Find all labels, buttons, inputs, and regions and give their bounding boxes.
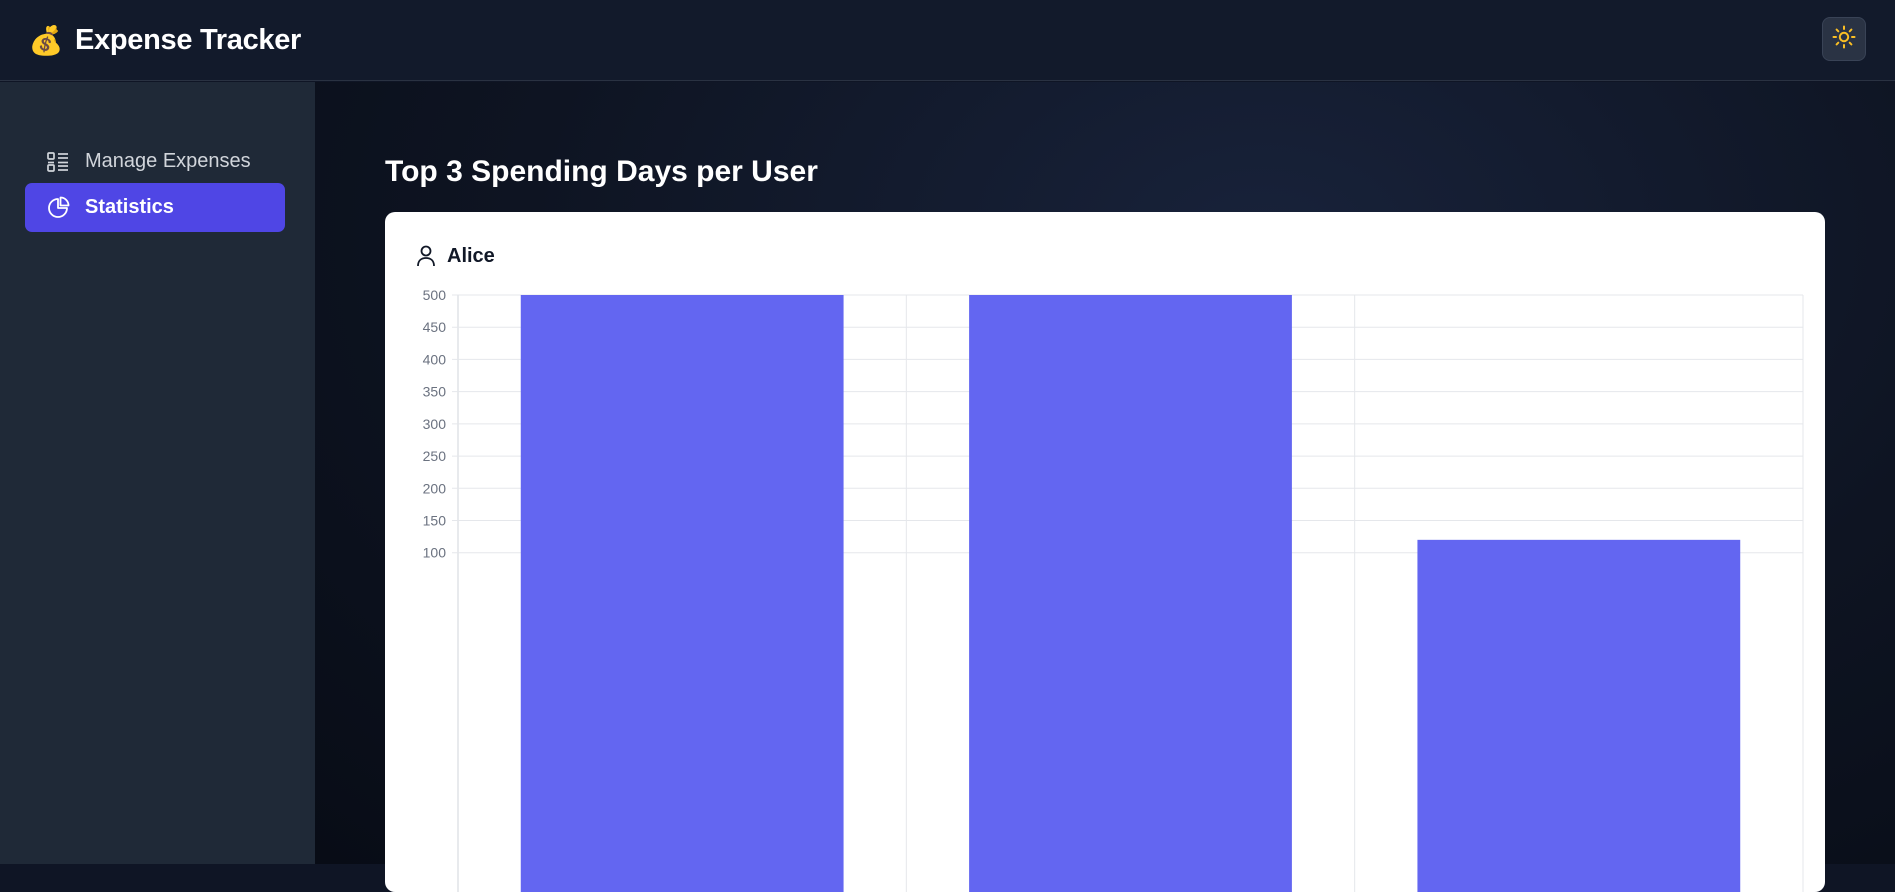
y-tick-label: 250 xyxy=(423,448,447,464)
sidebar-item-statistics[interactable]: Statistics xyxy=(25,183,285,232)
pie-chart-icon xyxy=(45,195,71,221)
money-bag-icon: 💰 xyxy=(28,24,64,56)
page-title: Top 3 Spending Days per User xyxy=(385,155,818,188)
y-tick-label: 350 xyxy=(423,384,447,400)
brand: 💰 Expense Tracker xyxy=(28,23,302,57)
sidebar-item-manage-expenses[interactable]: Manage Expenses xyxy=(25,137,285,186)
sun-icon xyxy=(1832,25,1856,54)
chart-bar xyxy=(969,295,1292,892)
main-content: Top 3 Spending Days per User Alice 100 15… xyxy=(315,82,1895,892)
chart-bar xyxy=(1417,539,1741,892)
y-tick-label: 450 xyxy=(423,319,447,335)
spending-bar-chart: 100 150 200 250 300 350 400 450 500 xyxy=(423,287,1804,892)
app-title: Expense Tracker xyxy=(75,23,302,56)
y-tick-label: 500 xyxy=(423,287,447,303)
list-icon xyxy=(45,149,71,175)
sidebar-item-label: Manage Expenses xyxy=(85,150,251,172)
chart-bar xyxy=(520,295,844,892)
sidebar-item-label: Statistics xyxy=(85,196,174,218)
user-chart-card: Alice 100 150 200 250 300 350 400 450 500 xyxy=(385,212,1825,892)
y-tick-label: 300 xyxy=(423,416,447,432)
theme-toggle-button[interactable] xyxy=(1822,17,1866,61)
top-bar: 💰 Expense Tracker xyxy=(0,0,1895,81)
y-tick-label: 200 xyxy=(423,480,447,496)
y-tick-label: 400 xyxy=(423,351,447,367)
y-tick-label: 150 xyxy=(423,513,447,529)
sidebar: Manage Expenses Statistics xyxy=(0,82,315,864)
y-tick-label: 100 xyxy=(423,545,447,561)
